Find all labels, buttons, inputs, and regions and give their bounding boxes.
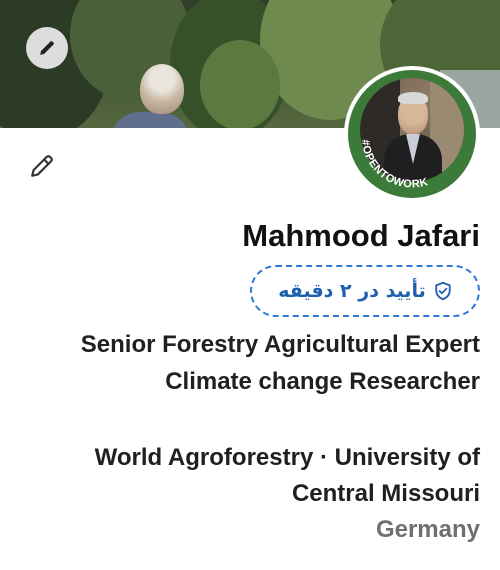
edit-cover-button[interactable] [26,27,68,69]
open-to-work-label: #OPENTOWORK [359,139,429,191]
verify-badge[interactable]: تأیید در ۲ دقیقه [250,265,480,317]
svg-text:#OPENTOWORK: #OPENTOWORK [359,139,430,191]
edit-profile-button[interactable] [26,150,58,182]
verify-label: تأیید در ۲ دقیقه [278,280,426,302]
profile-company: World Agroforestry · University of Centr… [94,444,480,507]
truncated-text [360,562,480,570]
profile-headline: Senior Forestry Agricultural Expert Clim… [80,331,480,395]
profile-location: Germany [375,516,480,543]
profile-name: Mahmood Jafari [242,218,480,253]
pencil-icon [40,41,54,55]
shield-check-icon [435,281,451,301]
open-to-work-badge: #OPENTOWORK [359,139,430,191]
cover-person [110,112,190,128]
profile-avatar[interactable]: #OPENTOWORK [344,66,480,202]
cover-person-head [140,64,184,114]
pencil-icon [31,155,53,177]
